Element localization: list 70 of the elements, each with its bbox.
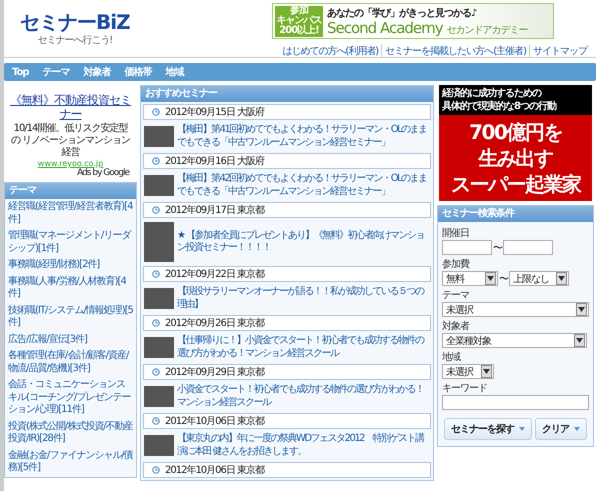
seminar-date: 2012年09月15日 大阪府 — [143, 104, 431, 120]
theme-link[interactable]: 投資(株式公開/株式投資/不動産投資/IR)[28件] — [5, 418, 136, 448]
field-label: 開催日 — [442, 228, 470, 240]
keyword-field[interactable] — [442, 395, 589, 410]
clock-icon — [152, 466, 160, 474]
clock-icon — [152, 206, 160, 214]
fee-min-select[interactable]: 無料 — [442, 271, 498, 286]
field-label: テーマ — [442, 290, 470, 302]
panel-header: おすすめセミナー — [141, 86, 433, 102]
seminar-title-link[interactable]: 小資金でスタート！初心者でも成功する物件の選び方がわかる！マンション経営スクール — [177, 384, 431, 409]
site-logo[interactable]: セミナーBiZ — [20, 11, 130, 33]
theme-select[interactable]: 未選択 — [442, 302, 589, 317]
range-separator: 〜 — [499, 272, 508, 286]
seminar-date: 2012年10月06日 東京都 — [143, 413, 431, 429]
field-label: 地域 — [442, 352, 462, 364]
ad-title-link[interactable]: 《無料》不動産投資セミナー — [6, 93, 135, 121]
theme-link[interactable]: 各種管理(在庫/会計/顧客/資産/物流/品質/危機)[3件] — [5, 348, 136, 377]
seminar-date: 2012年09月17日 東京都 — [143, 202, 431, 218]
clock-icon — [152, 417, 160, 425]
region-select[interactable]: 未選択 — [442, 364, 494, 379]
clock-icon — [152, 270, 160, 278]
clock-icon — [152, 368, 160, 376]
date-from-field[interactable] — [442, 240, 492, 255]
theme-link[interactable]: 事務職(人事/労務/人材教育)[4件] — [5, 274, 136, 302]
search-button[interactable]: セミナーを探す — [444, 418, 532, 440]
seminar-title-link[interactable]: 【梅田】第41回初めてでもよくわかる！サラリーマン・OLのままでもできる「中古ワンルームマンション経営セミナー」 — [177, 124, 431, 149]
theme-link[interactable]: 事務職(経理/財務)[2件] — [5, 257, 136, 274]
panel-header: セミナー検索条件 — [438, 206, 593, 222]
theme-link[interactable]: 会話・コミュニケーションスキル(コーチング/プレゼンテーション/心理)[11件] — [5, 377, 136, 418]
seminar-date: 2012年09月29日 東京都 — [143, 364, 431, 380]
field-label: 対象者 — [442, 321, 470, 333]
theme-link[interactable]: 広告/広報/宣伝[3件] — [5, 332, 136, 348]
search-button[interactable]: クリア — [535, 418, 587, 440]
banner-brand-kana: セカンドアカデミー — [446, 24, 528, 36]
seminar-date: 2012年09月26日 東京都 — [143, 315, 431, 331]
seminar-title-link[interactable]: 【仕事帰りに！】小資金でスタート！初心者でも成功する物件の選び方がわかる！マンション経営スクール — [177, 335, 431, 360]
seminar-date: 2012年10月06日 東京都 — [143, 462, 431, 478]
seminar-date: 2012年09月16日 大阪府 — [143, 153, 431, 169]
ad-description: 10/14開催。低リスク安定型の リノベーションマンション経営 — [10, 123, 132, 159]
field-label: キーワード — [442, 383, 488, 395]
audience-select[interactable]: 全業種対象 — [442, 333, 587, 348]
header-link[interactable]: セミナーを掲載したい方へ(主催者) — [381, 44, 529, 58]
seminar-title-link[interactable]: ★ 【参加者全員にプレゼントあり】《無料》初心者向けマンション投資セミナー！！！！ — [177, 230, 431, 254]
header-link[interactable]: はじめての方へ(利用者) — [279, 44, 382, 58]
header-link[interactable]: サイトマップ — [529, 44, 590, 58]
clock-icon — [152, 108, 160, 116]
seminar-date: 2012年09月22日 東京都 — [143, 266, 431, 282]
panel-header: テーマ — [5, 183, 136, 199]
caret-icon — [519, 427, 525, 431]
range-separator: 〜 — [493, 242, 502, 254]
ad-credit: Ads by Google — [76, 168, 130, 178]
seminar-title-link[interactable]: 【東京丸の内】年に一度の祭典WDフェスタ2012 特別ゲスト講演に本田 健さんをお招きします。 — [177, 433, 431, 458]
promo-subtitle: 経済的に成功するための 具体的で現実的な8つの行動 — [439, 85, 592, 115]
theme-link[interactable]: 経営職(経営管理/経営者教育)[4件] — [5, 199, 136, 228]
caret-icon — [574, 427, 580, 431]
promo-headline: 700億円を 生み出す スーパー起業家 — [450, 119, 582, 198]
clock-icon — [152, 319, 160, 327]
theme-link[interactable]: 金融(お金/ファイナンシャル/債務)[5件] — [5, 448, 136, 476]
seminar-title-link[interactable]: 【現役サラリーマンオーナーが語る！！私が成功している５つの理由】 — [177, 286, 431, 311]
logo-tagline: セミナーへ行こう! — [37, 34, 112, 47]
banner-catchphrase: あなたの「学び」がきっと見つかる♪ — [327, 6, 478, 20]
seminar-title-link[interactable]: 【梅田】第42回初めてでもよくわかる！サラリーマン・OLのままでもできる「中古ワンルームマンション経営セミナー」 — [177, 173, 431, 198]
clock-icon — [152, 157, 160, 165]
banner-brand: Second Academy — [327, 20, 443, 36]
field-label: 参加費 — [442, 259, 470, 271]
fee-max-select[interactable]: 上限なし — [509, 271, 569, 286]
promo-ad[interactable]: 経済的に成功するための 具体的で現実的な8つの行動 700億円を 生み出す スーパー起業家 — [439, 85, 592, 201]
date-to-field[interactable] — [503, 240, 553, 255]
theme-link[interactable]: 技術職(IT/システム/情報処理)[5件] — [5, 302, 136, 332]
theme-link[interactable]: 管理職(マネージメント/リーダシップ)[1件] — [5, 228, 136, 257]
